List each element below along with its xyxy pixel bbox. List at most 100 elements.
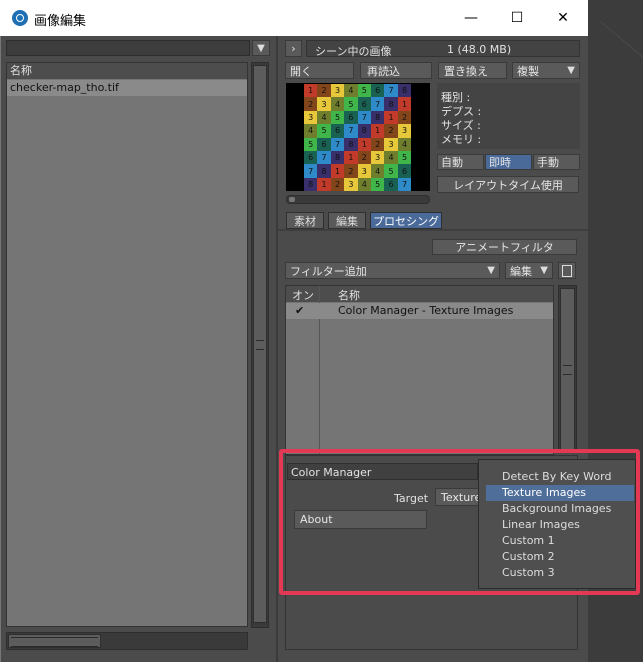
file-list-item[interactable]: checker-map_tho.tif: [7, 80, 247, 96]
thumbnail-cell: 7: [357, 110, 371, 125]
thumbnail-cell: 3: [357, 164, 371, 178]
thumbnail-cell: 6: [371, 84, 385, 98]
thumbnail-cell: 3: [344, 177, 358, 192]
duplicate-dropdown[interactable]: 複製 ▼: [512, 62, 580, 79]
thumbnail-cell: 1: [357, 137, 371, 151]
thumbnail-scrollbar[interactable]: [286, 195, 430, 204]
filter-row[interactable]: ✔ Color Manager - Texture Images: [286, 303, 553, 319]
thumbnail-cell: 3: [330, 84, 345, 98]
info-memory: メモリ :: [441, 133, 482, 146]
thumbnail-cell: 1: [344, 151, 358, 165]
update-manual-button[interactable]: 手動: [533, 154, 580, 170]
thumbnail-cell: 8: [371, 110, 385, 125]
thumbnail-cell: 7: [371, 97, 385, 111]
thumbnail-cell: 5: [344, 97, 358, 111]
file-list-header: 名称: [7, 63, 247, 79]
thumbnail-cell: 1: [397, 97, 412, 111]
expand-button[interactable]: ›: [285, 40, 302, 57]
image-thumbnail[interactable]: 1234567823456781345678124567812356781234…: [286, 83, 430, 192]
thumbnail-cell: 8: [357, 124, 371, 138]
thumbnail-cell: 4: [317, 110, 331, 125]
filter-list-header: オン 名称: [286, 286, 553, 302]
thumbnail-cell: 5: [330, 110, 345, 125]
file-list-scroll-thumb[interactable]: [253, 65, 267, 623]
edit-dropdown[interactable]: 編集 ▼: [505, 262, 553, 279]
thumbnail-cell: 1: [304, 84, 318, 98]
file-list-hscroll-thumb[interactable]: [8, 634, 101, 648]
open-button[interactable]: 開く: [285, 62, 354, 79]
thumbnail-cell: 7: [344, 124, 358, 138]
minimize-button[interactable]: —: [448, 0, 494, 36]
thumbnail-cell: 8: [344, 137, 358, 151]
add-filter-dropdown[interactable]: フィルター追加 ▼: [285, 262, 500, 279]
file-list-hscrollbar[interactable]: [6, 632, 248, 650]
thumbnail-cell: 3: [304, 110, 318, 125]
filter-list-scrollbar[interactable]: [558, 285, 577, 453]
thumbnail-cell: 6: [357, 97, 371, 111]
animate-filter-button[interactable]: アニメートフィルタ: [432, 239, 577, 255]
tab-edit[interactable]: 編集: [328, 212, 366, 229]
filter-name: Color Manager - Texture Images: [338, 304, 514, 317]
thumbnail-cell: 1: [371, 124, 385, 138]
maximize-button[interactable]: ☐: [494, 0, 540, 36]
thumbnail-cell: 8: [317, 164, 331, 178]
thumbnail-cell: 2: [330, 177, 345, 192]
tab-material[interactable]: 素材: [286, 212, 324, 229]
thumbnail-cell: 5: [384, 164, 398, 178]
thumbnail-cell: 4: [330, 97, 345, 111]
update-auto-button[interactable]: 自動: [437, 154, 484, 170]
thumbnail-cell: 2: [384, 124, 398, 138]
column-name: 名称: [338, 289, 360, 302]
clipboard-icon: [562, 264, 572, 277]
tab-processing[interactable]: プロセシング: [370, 212, 442, 229]
replace-button[interactable]: 置き換え: [438, 62, 507, 79]
filter-list-scroll-thumb[interactable]: [560, 288, 575, 450]
thumbnail-cell: 6: [317, 137, 331, 151]
thumbnail-cell: 3: [371, 151, 385, 165]
thumbnail-cell: 2: [304, 97, 318, 111]
thumbnail-cell: 2: [397, 110, 412, 125]
chevron-down-icon: ▼: [257, 42, 265, 54]
image-info-panel: 種別 : デプス : サイズ : メモリ :: [437, 83, 580, 149]
thumbnail-cell: 2: [317, 84, 331, 98]
title-bar: 画像編集 — ☐ ✕: [0, 0, 588, 36]
thumbnail-cell: 6: [304, 151, 318, 165]
thumbnail-cell: 3: [397, 124, 412, 138]
scene-image-bar: シーン中の画像 1 (48.0 MB): [306, 40, 580, 58]
check-icon[interactable]: ✔: [295, 304, 304, 317]
thumbnail-cell: 5: [357, 84, 371, 98]
thumbnail-cell: 7: [384, 84, 398, 98]
thumbnail-cell: 6: [397, 164, 412, 178]
thumbnail-cell: 4: [344, 84, 358, 98]
thumbnail-cell: 6: [344, 110, 358, 125]
clipboard-button[interactable]: [558, 262, 576, 279]
thumbnail-scroll-thumb[interactable]: [289, 197, 295, 202]
highlight-frame: [279, 449, 640, 595]
thumbnail-cell: 4: [384, 151, 398, 165]
thumbnail-cell: 1: [330, 164, 345, 178]
left-dropdown-toggle[interactable]: ▼: [252, 40, 270, 56]
thumbnail-cell: 7: [330, 137, 345, 151]
reload-button[interactable]: 再読込: [360, 62, 432, 79]
thumbnail-cell: 1: [384, 110, 398, 125]
thumbnail-cell: 6: [330, 124, 345, 138]
thumbnail-cell: 5: [371, 177, 385, 192]
add-filter-label: フィルター追加: [290, 264, 367, 278]
thumbnail-cell: 4: [304, 124, 318, 138]
file-list-scrollbar[interactable]: [251, 62, 269, 628]
thumbnail-cell: 4: [357, 177, 371, 192]
thumbnail-cell: 5: [397, 151, 412, 165]
thumbnail-cell: 5: [317, 124, 331, 138]
thumbnail-cell: 4: [397, 137, 412, 151]
left-top-dropdown[interactable]: [6, 40, 250, 56]
update-immediate-button[interactable]: 即時: [485, 154, 532, 170]
use-layout-time-button[interactable]: レイアウトタイム使用: [437, 176, 579, 193]
pane-divider[interactable]: [276, 36, 278, 662]
thumbnail-cell: 8: [330, 151, 345, 165]
close-button[interactable]: ✕: [540, 0, 586, 36]
thumbnail-cell: 7: [304, 164, 318, 178]
thumbnail-cell: 8: [397, 84, 412, 98]
edit-dropdown-label: 編集: [510, 264, 532, 278]
duplicate-label: 複製: [517, 64, 539, 78]
thumbnail-cell: 5: [304, 137, 318, 151]
